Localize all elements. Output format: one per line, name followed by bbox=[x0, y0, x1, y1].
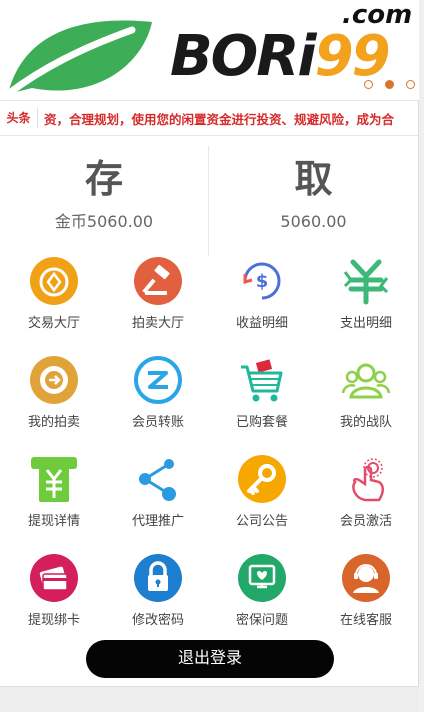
activate-touch-icon bbox=[352, 458, 384, 502]
security-question-icon bbox=[238, 554, 286, 602]
menu-label: 支出明细 bbox=[339, 316, 392, 331]
carousel-dot-active[interactable] bbox=[385, 80, 394, 89]
news-ticker[interactable]: 头条 资，合理规划，使用您的闲置资金进行投资、规避风险，成为合 bbox=[0, 100, 418, 136]
announcement-key-icon bbox=[238, 455, 286, 503]
menu-item-purchased-packages[interactable]: 已购套餐 bbox=[210, 352, 314, 451]
withdraw-amount: 5060.00 bbox=[280, 212, 347, 231]
banner-carousel[interactable]: BORi99 .com bbox=[0, 0, 419, 100]
menu-item-expense-detail[interactable]: 支出明细 bbox=[314, 253, 418, 352]
menu-label: 密保问题 bbox=[235, 613, 288, 628]
menu-label: 会员转账 bbox=[131, 415, 184, 430]
menu-label: 我的战队 bbox=[339, 415, 392, 430]
menu-label: 已购套餐 bbox=[235, 415, 288, 430]
deposit-label: 存 bbox=[84, 157, 123, 201]
share-icon bbox=[139, 459, 176, 501]
menu-item-member-transfer[interactable]: 会员转账 bbox=[106, 352, 210, 451]
lock-icon bbox=[134, 554, 182, 602]
team-icon bbox=[341, 363, 391, 399]
menu-label: 收益明细 bbox=[235, 316, 288, 331]
deposit-amount: 金币5060.00 bbox=[54, 212, 154, 231]
withdraw-label: 取 bbox=[294, 157, 333, 201]
my-auction-icon bbox=[30, 356, 78, 404]
menu-item-bind-card[interactable]: 提现绑卡 bbox=[2, 550, 106, 649]
page: BORi99 .com 头条 资，合理规划，使用您的闲置资金进行投资、规避风险，… bbox=[0, 0, 419, 712]
leaf-logo-icon bbox=[4, 20, 152, 98]
menu-item-company-announcement[interactable]: 公司公告 bbox=[210, 451, 314, 550]
deposit-button[interactable]: 存 金币5060.00 bbox=[0, 146, 209, 256]
brand-logo: BORi99 bbox=[170, 22, 391, 92]
menu-label: 会员激活 bbox=[339, 514, 392, 529]
svg-text:$: $ bbox=[256, 271, 269, 292]
menu-item-online-service[interactable]: 在线客服 bbox=[314, 550, 418, 649]
menu-label: 提现绑卡 bbox=[27, 613, 80, 628]
carousel-indicators bbox=[364, 80, 415, 89]
menu-item-trade-hall[interactable]: 交易大厅 bbox=[2, 253, 106, 352]
withdraw-detail-icon bbox=[31, 457, 77, 502]
menu-label: 拍卖大厅 bbox=[131, 316, 184, 331]
menu-item-my-auction[interactable]: 我的拍卖 bbox=[2, 352, 106, 451]
trade-hall-icon bbox=[30, 257, 78, 305]
auction-hammer-icon bbox=[134, 257, 182, 305]
menu-item-member-activation[interactable]: 会员激活 bbox=[314, 451, 418, 550]
menu-label: 我的拍卖 bbox=[27, 415, 80, 430]
menu-label: 在线客服 bbox=[339, 613, 392, 628]
brand-main-text: BORi bbox=[170, 24, 317, 89]
menu-item-agent-promotion[interactable]: 代理推广 bbox=[106, 451, 210, 550]
income-detail-icon: $ bbox=[243, 262, 281, 300]
menu-item-my-team[interactable]: 我的战队 bbox=[314, 352, 418, 451]
menu-grid: 交易大厅 拍卖大厅 $ 收益明细 支出明细 我的拍卖 会员转账 已购套餐 我的战… bbox=[0, 253, 418, 649]
ticker-text[interactable]: 资，合理规划，使用您的闲置资金进行投资、规避风险，成为合 bbox=[38, 109, 394, 128]
menu-label: 提现详情 bbox=[27, 514, 80, 529]
menu-item-income-detail[interactable]: $ 收益明细 bbox=[210, 253, 314, 352]
menu-item-security-question[interactable]: 密保问题 bbox=[210, 550, 314, 649]
logout-button[interactable]: 退出登录 bbox=[86, 640, 334, 678]
menu-item-auction-hall[interactable]: 拍卖大厅 bbox=[106, 253, 210, 352]
menu-label: 公司公告 bbox=[235, 514, 288, 529]
menu-item-change-password[interactable]: 修改密码 bbox=[106, 550, 210, 649]
brand-suffix: .com bbox=[342, 0, 413, 30]
withdraw-button[interactable]: 取 5060.00 bbox=[209, 146, 418, 256]
bottom-bar bbox=[0, 686, 419, 712]
carousel-dot[interactable] bbox=[406, 80, 415, 89]
menu-label: 修改密码 bbox=[131, 613, 184, 628]
ticker-tag: 头条 bbox=[0, 108, 38, 128]
bind-card-icon bbox=[30, 554, 78, 602]
customer-service-icon bbox=[342, 554, 390, 602]
balance-panel: 存 金币5060.00 取 5060.00 bbox=[0, 146, 418, 256]
cart-icon bbox=[241, 359, 283, 402]
expense-detail-icon bbox=[343, 259, 389, 305]
carousel-dot[interactable] bbox=[364, 80, 373, 89]
transfer-icon bbox=[134, 356, 182, 404]
menu-label: 交易大厅 bbox=[27, 316, 80, 331]
menu-label: 代理推广 bbox=[131, 514, 184, 529]
menu-item-withdraw-detail[interactable]: 提现详情 bbox=[2, 451, 106, 550]
